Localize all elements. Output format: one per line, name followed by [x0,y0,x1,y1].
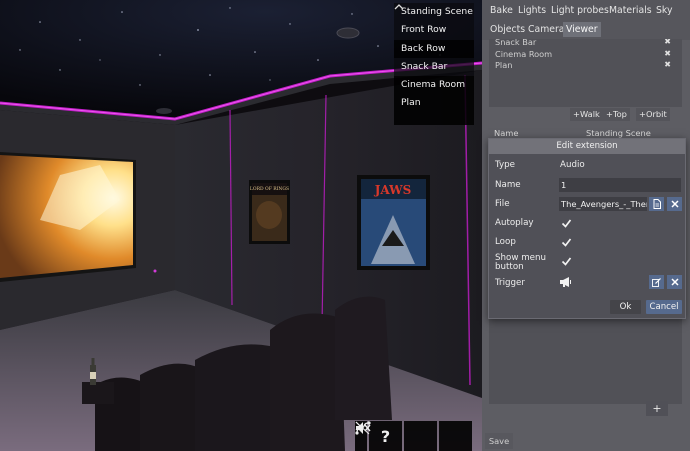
collapse-menu-button[interactable] [394,4,474,125]
edit-extension-dialog: Edit extension Type Audio Name 1 File Th… [488,138,686,319]
loop-checkbox[interactable] [561,237,572,248]
camera-front-row[interactable]: Front Row [394,21,474,40]
clear-file-button[interactable] [667,197,682,211]
add-orbit-button[interactable]: +Orbit [636,108,670,121]
camera-standing-scene[interactable]: Standing Scene [394,3,474,22]
file-field[interactable]: The_Avengers_-_Theme [559,197,647,211]
panel-tabs: Bake Lights Light probes Materials Sky O… [482,0,690,40]
trigger-label: Trigger [495,278,525,288]
camera-menu: Standing Scene Front Row Back Row Snack … [394,3,474,125]
viewer-3d-scene[interactable]: LORD OF RINGS JAWS Standing Scene Front … [0,0,482,451]
svg-text:LORD OF RINGS: LORD OF RINGS [250,186,289,192]
camera-snack-bar[interactable]: Snack Bar [394,57,474,77]
list-item[interactable]: Cinema Room ✖ [495,49,675,60]
dialog-title: Edit extension [489,139,685,154]
tab-lights[interactable]: Lights [515,3,549,18]
tab-viewer[interactable]: Viewer [563,22,601,37]
add-walk-button[interactable]: +Walk [570,108,603,121]
autoplay-label: Autoplay [495,218,534,228]
camera-back-row[interactable]: Back Row [394,39,474,58]
list-item-label: Snack Bar [495,39,537,47]
camera-cinema-room[interactable]: Cinema Room [394,76,474,95]
curve-path-icon [355,421,371,435]
tab-camera[interactable]: Camera [525,22,567,37]
loop-label: Loop [495,237,516,247]
type-label: Type [495,160,515,170]
remove-icon[interactable]: ✖ [664,60,671,69]
name-field[interactable]: 1 [559,178,681,192]
viewer-toolbar: ? [355,421,472,451]
name-label: Name [495,180,521,190]
clear-trigger-button[interactable] [667,275,682,289]
chevron-up-icon [394,4,404,10]
camera-actions: +Walk +Top +Orbit [482,108,690,122]
add-extension-button[interactable]: + [646,401,668,416]
file-label: File [495,199,510,209]
column-camera: Standing Scene [586,128,651,138]
autoplay-checkbox[interactable] [561,218,572,229]
edit-icon [652,277,661,287]
camera-plan[interactable]: Plan [394,94,474,113]
close-icon [670,200,679,208]
remove-icon[interactable]: ✖ [664,39,671,46]
list-item[interactable]: Plan ✖ [495,60,675,71]
remove-icon[interactable]: ✖ [664,49,671,58]
close-icon [670,278,679,286]
mute-button[interactable] [355,421,437,451]
browse-file-button[interactable] [649,197,664,211]
list-item-label: Cinema Room [495,49,553,59]
path-button[interactable] [355,421,472,451]
megaphone-icon [560,277,571,287]
extension-list [489,318,682,404]
type-value: Audio [560,160,585,170]
cancel-button[interactable]: Cancel [646,300,682,314]
tab-light-probes[interactable]: Light probes [548,3,612,18]
help-label: ? [380,426,391,446]
tab-sky[interactable]: Sky [653,3,675,18]
edit-trigger-button[interactable] [649,275,664,289]
tab-bake[interactable]: Bake [487,3,516,18]
svg-text:JAWS: JAWS [374,183,412,197]
show-menu-checkbox[interactable] [561,256,572,267]
tab-materials[interactable]: Materials [606,3,655,18]
ok-button[interactable]: Ok [610,300,641,314]
list-item[interactable]: Snack Bar ✖ [495,39,675,48]
camera-list: Snack Bar ✖ Cinema Room ✖ Plan ✖ [489,39,682,107]
column-name: Name [494,128,519,138]
show-menu-button-label: Show menu button [495,254,546,272]
help-button[interactable]: ? [369,421,402,451]
save-button[interactable]: Save [485,433,513,449]
file-icon [653,199,661,209]
tab-objects[interactable]: Objects [487,22,528,37]
list-item-label: Plan [495,60,513,70]
show-menu-label-line2: button [495,262,524,272]
add-top-button[interactable]: +Top [603,108,630,121]
